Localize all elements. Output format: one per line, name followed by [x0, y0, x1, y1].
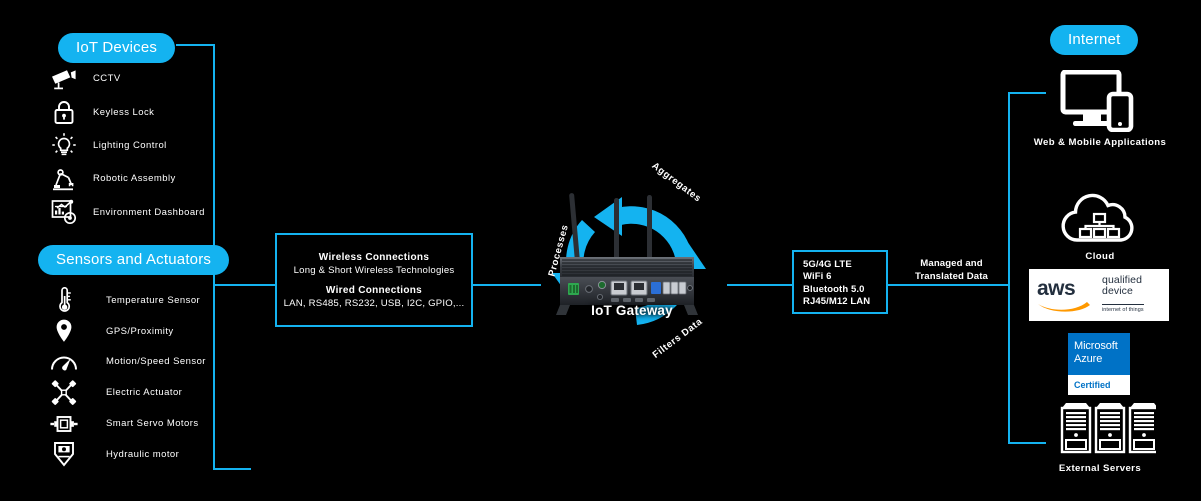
- padlock-icon: [47, 97, 81, 127]
- internet-item-cloud: Cloud: [1030, 192, 1170, 262]
- list-item-label: Motion/Speed Sensor: [106, 356, 206, 368]
- list-item: Robotic Assembly: [47, 162, 205, 195]
- list-item: Environment Dashboard: [47, 196, 205, 229]
- iot-gateway-group: IoT Gateway Processes Aggregates Filters…: [516, 160, 748, 365]
- wireless-detail: Long & Short Wireless Technologies: [293, 264, 455, 276]
- spec-line: WiFi 6: [803, 271, 832, 283]
- wired-title: Wired Connections: [325, 284, 423, 296]
- robot-arm-icon: [47, 164, 81, 194]
- connector-right-vertical-bus: [1008, 92, 1010, 444]
- dashboard-chart-icon: [47, 197, 81, 227]
- pill-sensors-actuators: Sensors and Actuators: [38, 245, 230, 275]
- azure-brand-line-2: Azure: [1074, 352, 1103, 365]
- connector-specs-to-internet: [888, 284, 1010, 286]
- pill-iot-devices: IoT Devices: [58, 33, 176, 63]
- list-item-label: GPS/Proximity: [106, 325, 174, 337]
- list-item-label: Hydraulic motor: [106, 448, 180, 460]
- spec-line: 5G/4G LTE: [803, 259, 852, 270]
- internet-item-caption: Cloud: [1085, 251, 1115, 262]
- list-item: Keyless Lock: [47, 95, 205, 128]
- list-item: Hydraulic motor: [47, 439, 206, 470]
- aws-wordmark: aws: [1037, 276, 1076, 300]
- cctv-camera-icon: [47, 64, 81, 94]
- hydraulic-motor-icon: [47, 439, 81, 469]
- spec-line: Bluetooth 5.0: [803, 283, 865, 295]
- aws-qualified-device-badge: aws qualified device internet of things: [1029, 269, 1169, 321]
- aws-iot-tagline: internet of things: [1102, 304, 1144, 313]
- list-item-label: Electric Actuator: [106, 387, 183, 399]
- map-pin-icon: [47, 316, 81, 346]
- sensors-actuators-list: Temperature Sensor GPS/Proximity Motion/…: [47, 285, 206, 470]
- cloud-network-icon: [1061, 193, 1134, 242]
- monitor-phone-icon: [1060, 69, 1134, 133]
- thermometer-icon: [47, 285, 81, 315]
- server-tower-icon: [1060, 403, 1160, 454]
- managed-line-2: Translated Data: [915, 270, 988, 282]
- wired-detail: LAN, RS485, RS232, USB, I2C, GPIO,...: [283, 297, 465, 309]
- list-item: Motion/Speed Sensor: [47, 347, 206, 378]
- list-item: Smart Servo Motors: [47, 408, 206, 439]
- list-item: Electric Actuator: [47, 377, 206, 408]
- connectivity-specs-box: 5G/4G LTE WiFi 6 Bluetooth 5.0 RJ45/M12 …: [792, 250, 888, 314]
- list-item: Temperature Sensor: [47, 285, 206, 316]
- connector-left-lower-vertical: [213, 284, 215, 470]
- spec-line: RJ45/M12 LAN: [803, 296, 871, 308]
- crossed-actuators-icon: [47, 378, 81, 408]
- microsoft-azure-certified-badge: Microsoft Azure Certified: [1068, 333, 1130, 395]
- list-item-label: Environment Dashboard: [93, 206, 205, 218]
- list-item: CCTV: [47, 62, 205, 95]
- internet-item-external-servers: External Servers: [1030, 402, 1170, 474]
- aws-swoosh-icon: [1038, 301, 1090, 312]
- connector-sensors-stub: [213, 468, 251, 470]
- list-item-label: Keyless Lock: [93, 106, 155, 118]
- iot-architecture-diagram: IoT Devices Sensors and Actuators Intern…: [0, 0, 1201, 501]
- iot-devices-list: CCTV Keyless Lock Lighting Control Robot…: [47, 62, 205, 229]
- aws-logo: aws: [1029, 269, 1097, 321]
- azure-certified-strip: Certified: [1068, 375, 1130, 395]
- azure-brand: Microsoft Azure: [1068, 333, 1130, 365]
- connector-left-to-box: [213, 284, 277, 286]
- aws-qualification-text: qualified device internet of things: [1097, 274, 1169, 316]
- azure-brand-line-1: Microsoft: [1074, 340, 1118, 352]
- internet-item-caption: External Servers: [1058, 463, 1142, 474]
- wireless-title: Wireless Connections: [318, 251, 430, 263]
- list-item-label: Robotic Assembly: [93, 173, 176, 185]
- connector-iot-devices-stub: [176, 44, 215, 46]
- internet-item-web-mobile: Web & Mobile Applications: [1020, 69, 1180, 148]
- list-item-label: Lighting Control: [93, 139, 167, 151]
- list-item-label: CCTV: [93, 73, 121, 85]
- gateway-caption: IoT Gateway: [591, 303, 673, 318]
- list-item-label: Smart Servo Motors: [106, 418, 199, 430]
- lightbulb-icon: [47, 130, 81, 160]
- aws-device-line: device: [1102, 285, 1133, 297]
- managed-translated-data-label: Managed and Translated Data: [899, 258, 1004, 283]
- speedometer-icon: [47, 347, 81, 377]
- list-item: GPS/Proximity: [47, 316, 206, 347]
- internet-item-caption: Web & Mobile Applications: [1033, 137, 1167, 148]
- managed-line-1: Managed and: [920, 258, 983, 269]
- list-item-label: Temperature Sensor: [106, 294, 201, 306]
- pill-internet: Internet: [1050, 25, 1139, 55]
- list-item: Lighting Control: [47, 129, 205, 162]
- connections-box: Wireless Connections Long & Short Wirele…: [275, 233, 473, 327]
- servo-motor-icon: [47, 409, 81, 439]
